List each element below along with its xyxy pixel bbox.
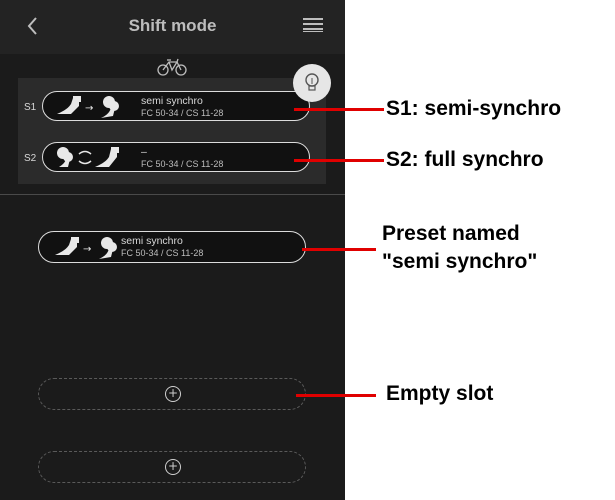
app-screen: Shift mode S1 → semi synchro FC 50-34 / …: [0, 0, 345, 500]
page-title: Shift mode: [128, 16, 217, 35]
top-bar: Shift mode: [0, 0, 345, 54]
divider: [0, 194, 345, 195]
annotation-arrow-empty: [296, 394, 376, 397]
slot-s1-button[interactable]: → semi synchro FC 50-34 / CS 11-28: [42, 91, 310, 121]
hamburger-menu-icon[interactable]: [303, 17, 323, 33]
annotation-arrow-s1: [294, 108, 384, 111]
tip-button[interactable]: [293, 64, 331, 102]
slot-row-s1: S1 → semi synchro FC 50-34 / CS 11-28: [18, 91, 326, 127]
annotation-s2: S2: full synchro: [386, 148, 544, 171]
annotation-empty: Empty slot: [386, 382, 494, 405]
slot-s2-button[interactable]: – FC 50-34 / CS 11-28: [42, 142, 310, 172]
annotation-arrow-s2: [294, 159, 384, 162]
slot-name: –: [141, 146, 147, 158]
slot-spec: FC 50-34 / CS 11-28: [141, 159, 224, 169]
preset-name: semi synchro: [121, 235, 183, 247]
semi-synchro-shift-icon: →: [57, 96, 119, 118]
slot-spec: FC 50-34 / CS 11-28: [141, 108, 224, 118]
empty-slot-2[interactable]: +: [38, 451, 306, 483]
lightbulb-icon: [305, 73, 319, 91]
svg-text:→: →: [83, 244, 91, 255]
bicycle-icon: [157, 58, 187, 76]
plus-icon: +: [165, 386, 181, 402]
annotation-preset-line1: Preset named: [382, 222, 520, 245]
empty-slot-1[interactable]: +: [38, 378, 306, 410]
slot-label: S2: [24, 153, 37, 164]
slot-name: semi synchro: [141, 95, 203, 107]
svg-text:→: →: [85, 103, 93, 114]
preset-spec: FC 50-34 / CS 11-28: [121, 248, 204, 258]
annotation-arrow-preset: [302, 248, 376, 251]
semi-synchro-shift-icon: →: [55, 237, 117, 259]
plus-icon: +: [165, 459, 181, 475]
full-synchro-shift-icon: [57, 147, 119, 167]
preset-button[interactable]: → semi synchro FC 50-34 / CS 11-28: [38, 231, 306, 263]
annotation-s1: S1: semi-synchro: [386, 97, 562, 120]
slot-label: S1: [24, 102, 37, 113]
slot-row-s2: S2 – FC 50-34 / CS 11-28: [18, 142, 326, 178]
annotation-preset-line2: "semi synchro": [382, 250, 538, 273]
shift-slots-group: S1 → semi synchro FC 50-34 / CS 11-28 S2: [18, 78, 326, 184]
